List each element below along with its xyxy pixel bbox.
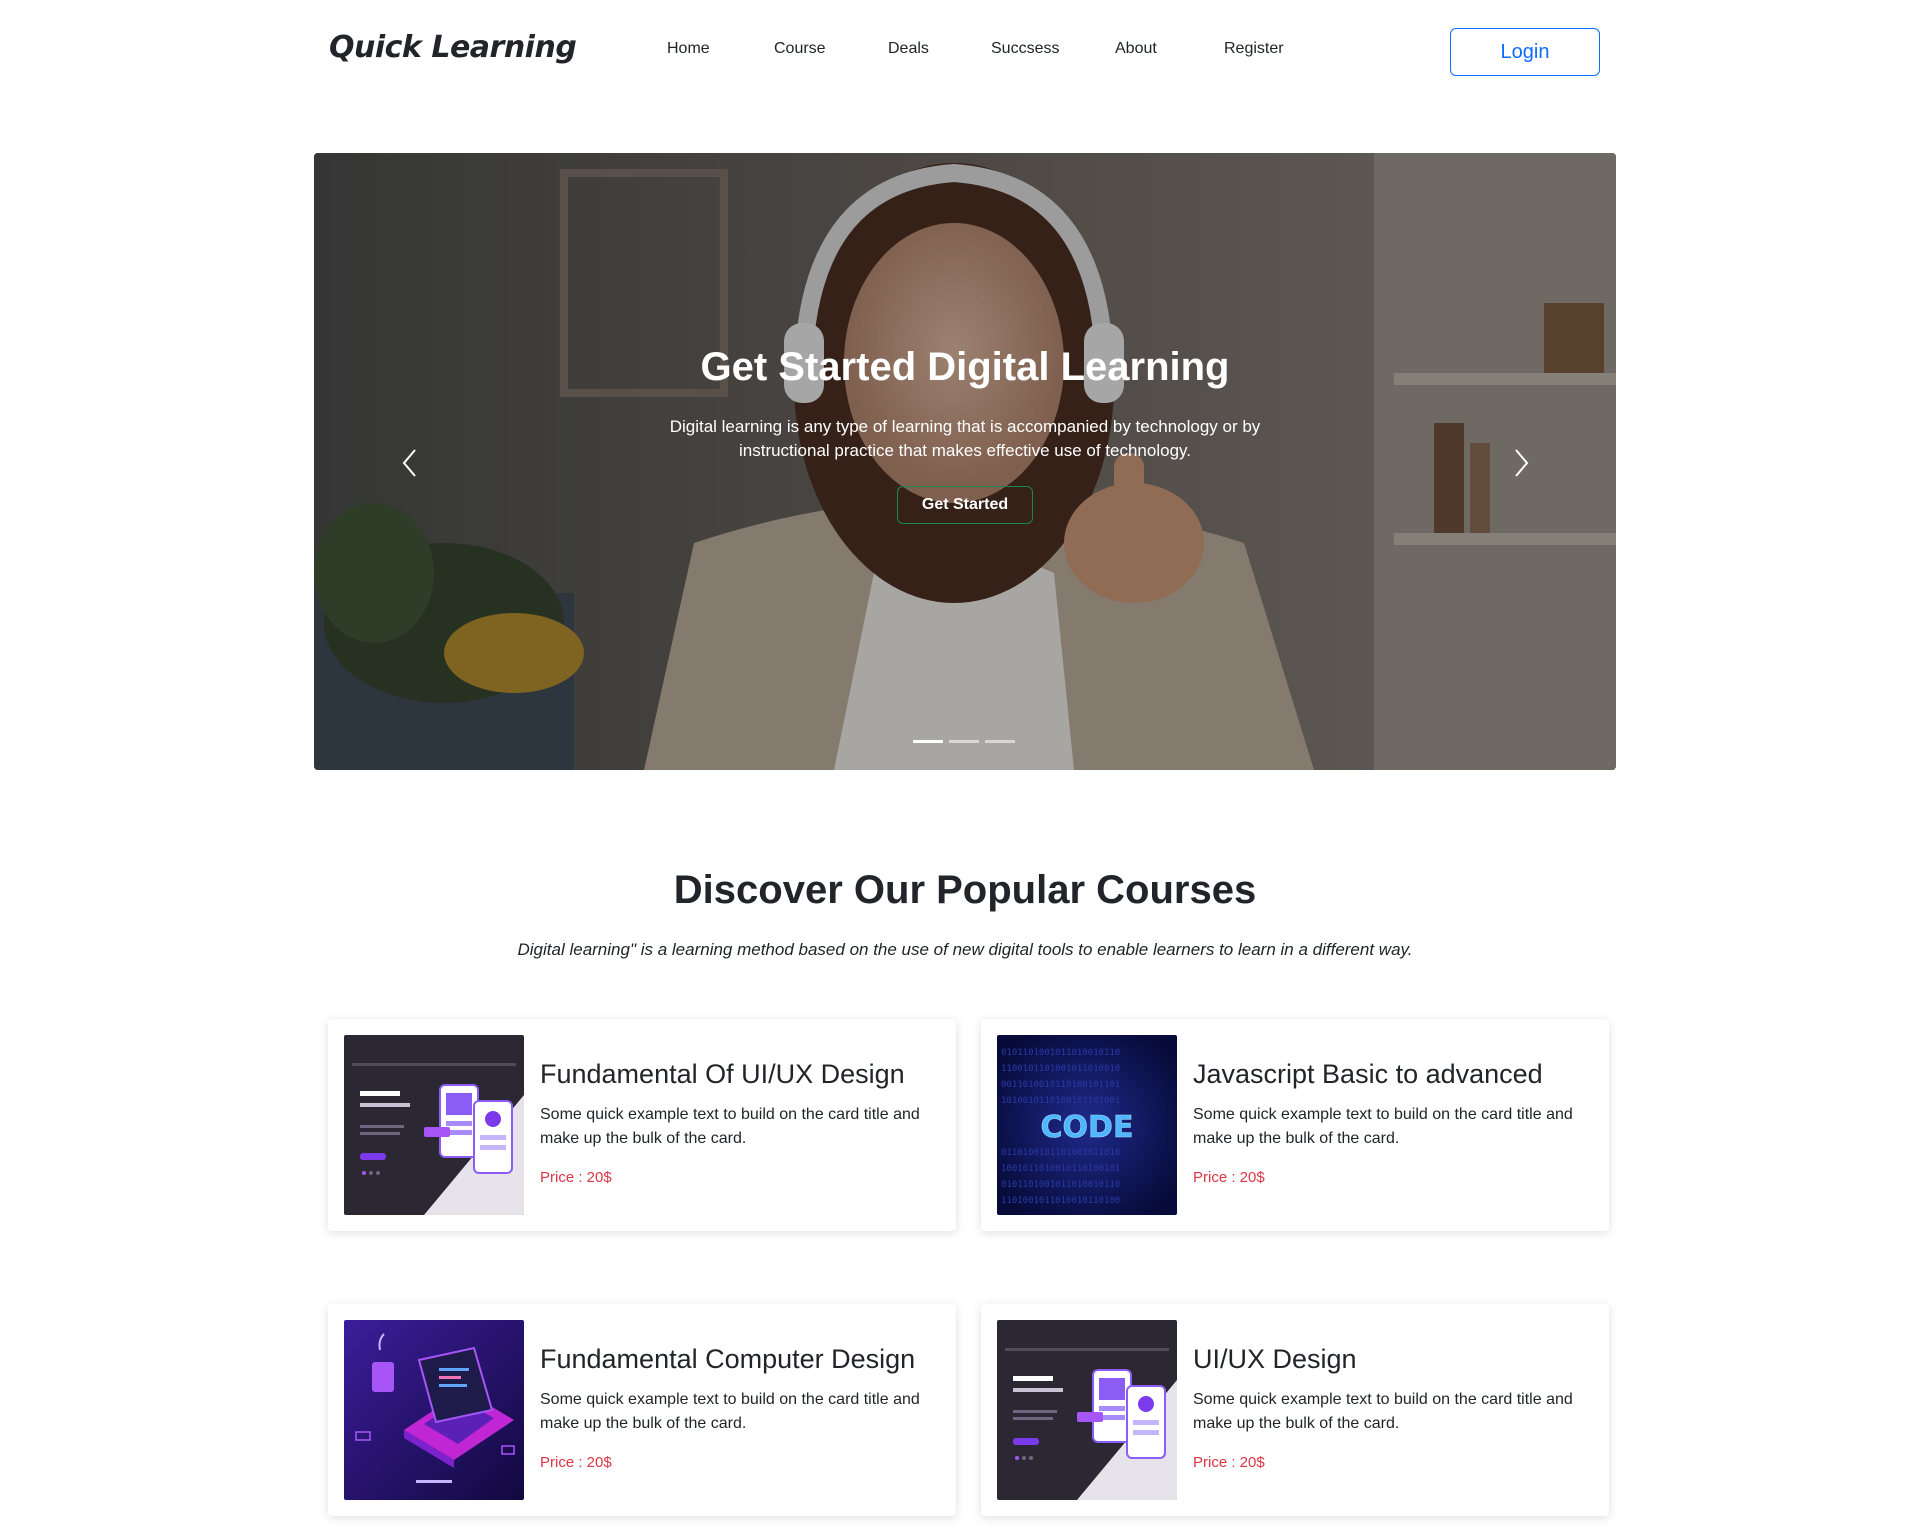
svg-text:0101101001011010010110: 0101101001011010010110 (1001, 1048, 1120, 1058)
carousel-prev-button[interactable] (394, 443, 424, 483)
course-card-1[interactable]: Fundamental Of UI/UX Design Some quick e… (328, 1019, 956, 1231)
hero-carousel: Get Started Digital Learning Digital lea… (314, 153, 1616, 770)
svg-text:0110100101101001011010: 0110100101101001011010 (1001, 1148, 1120, 1158)
course-card-text: Some quick example text to build on the … (1193, 1391, 1573, 1432)
nav-link-success[interactable]: Succsess (991, 40, 1059, 58)
course-card-3[interactable]: Fundamental Computer Design Some quick e… (328, 1304, 956, 1516)
course-image-uiux (344, 1035, 524, 1215)
course-card-text: Some quick example text to build on the … (540, 1106, 920, 1147)
navbar: Quick Learning Home Course Deals Succses… (0, 0, 1920, 105)
course-card-text: Some quick example text to build on the … (1193, 1106, 1573, 1147)
svg-text:0101101001011010010110: 0101101001011010010110 (1001, 1180, 1120, 1190)
course-image-code: 0101101001011010010110 11001011010010110… (997, 1035, 1177, 1215)
course-image-computer (344, 1320, 524, 1500)
course-card-title[interactable]: Fundamental Of UI/UX Design (540, 1059, 905, 1090)
course-card-2[interactable]: 0101101001011010010110 11001011010010110… (981, 1019, 1609, 1231)
chevron-left-icon (402, 449, 416, 477)
courses-section-subtitle: Digital learning" is a learning method b… (517, 940, 1413, 959)
svg-text:1001011010010110100101: 1001011010010110100101 (1001, 1164, 1120, 1174)
nav-link-course[interactable]: Course (774, 40, 826, 58)
hero-title: Get Started Digital Learning (700, 345, 1230, 389)
course-card-title[interactable]: Javascript Basic to advanced (1193, 1059, 1543, 1090)
courses-section-title: Discover Our Popular Courses (673, 868, 1257, 912)
nav-link-home[interactable]: Home (667, 40, 710, 58)
login-button[interactable]: Login (1450, 28, 1600, 76)
carousel-indicators (913, 740, 1015, 743)
course-card-text: Some quick example text to build on the … (540, 1391, 920, 1432)
nav-link-about[interactable]: About (1115, 40, 1157, 58)
carousel-indicator-3[interactable] (985, 740, 1015, 743)
carousel-indicator-1[interactable] (913, 740, 943, 743)
course-card-title[interactable]: UI/UX Design (1193, 1344, 1357, 1375)
carousel-indicator-2[interactable] (949, 740, 979, 743)
code-image-text: CODE (1041, 1110, 1134, 1145)
hero-description: Digital learning is any type of learning… (669, 417, 1261, 460)
svg-text:1101001011010010110100: 1101001011010010110100 (1001, 1196, 1120, 1206)
nav-link-register[interactable]: Register (1224, 40, 1284, 58)
course-card-price: Price : 20$ (540, 1169, 612, 1186)
chevron-right-icon (1515, 449, 1529, 477)
get-started-button[interactable]: Get Started (897, 486, 1033, 524)
nav-link-deals[interactable]: Deals (888, 40, 929, 58)
course-image-uiux-2 (997, 1320, 1177, 1500)
svg-text:1010010110100101101001: 1010010110100101101001 (1001, 1096, 1120, 1106)
brand-logo[interactable]: Quick Learning (329, 30, 577, 65)
course-card-price: Price : 20$ (540, 1454, 612, 1471)
svg-text:0011010010110100101101: 0011010010110100101101 (1001, 1080, 1120, 1090)
course-card-price: Price : 20$ (1193, 1454, 1265, 1471)
svg-text:1100101101001011010010: 1100101101001011010010 (1001, 1064, 1120, 1074)
carousel-next-button[interactable] (1507, 443, 1537, 483)
course-card-4[interactable]: UI/UX Design Some quick example text to … (981, 1304, 1609, 1516)
course-card-title[interactable]: Fundamental Computer Design (540, 1344, 915, 1375)
course-card-price: Price : 20$ (1193, 1169, 1265, 1186)
